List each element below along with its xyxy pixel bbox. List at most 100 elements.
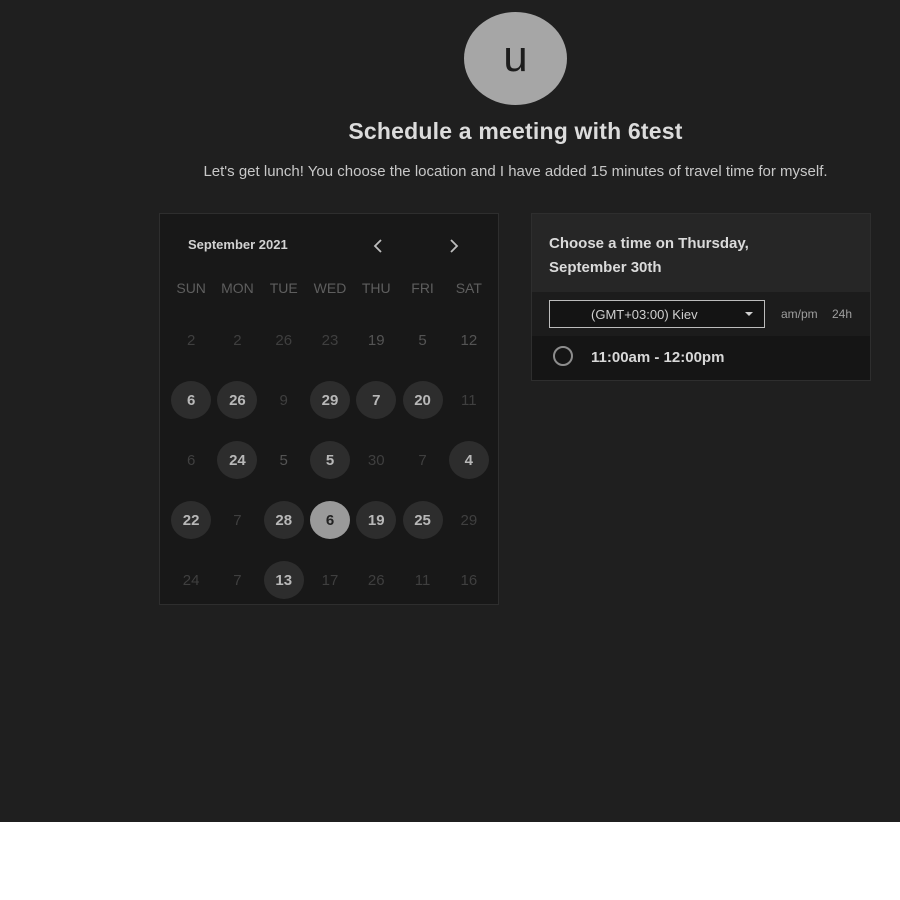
calendar-day[interactable]: 26 — [214, 381, 260, 419]
calendar-day-number: 30 — [367, 451, 385, 469]
weekday-label: THU — [361, 280, 391, 296]
calendar-day[interactable]: 20 — [399, 381, 445, 419]
weekday-label: SUN — [176, 280, 206, 296]
calendar-day: 26 — [261, 321, 307, 359]
calendar-day: 17 — [307, 561, 353, 599]
calendar-day: 23 — [307, 321, 353, 359]
calendar-day: 2 — [168, 321, 214, 359]
calendar-day: 5 — [399, 321, 445, 359]
calendar-day[interactable]: 5 — [307, 441, 353, 479]
time-slot-option[interactable]: 11:00am - 12:00pm — [532, 336, 870, 380]
weekday-label: FRI — [411, 280, 434, 296]
booking-page: u Schedule a meeting with 6test Let's ge… — [0, 0, 900, 822]
calendar-day: 11 — [446, 381, 492, 419]
calendar-day-number: 9 — [279, 391, 288, 409]
calendar-day: 5 — [261, 441, 307, 479]
calendar-day-number: 7 — [418, 451, 427, 469]
calendar-day-number: 7 — [233, 511, 242, 529]
month-label: September 2021 — [188, 237, 288, 252]
format-ampm-toggle[interactable]: am/pm — [781, 307, 818, 321]
chevron-right-icon — [450, 239, 459, 253]
calendar-day-number: 25 — [402, 501, 443, 539]
calendar-day: 30 — [353, 441, 399, 479]
calendar-day: 16 — [446, 561, 492, 599]
calendar-day-selected[interactable]: 6 — [307, 501, 353, 539]
calendar-day-number: 11 — [414, 571, 431, 589]
calendar-day: 2 — [214, 321, 260, 359]
calendar-day-number: 13 — [263, 561, 304, 599]
calendar-day-number: 20 — [402, 381, 443, 419]
weekday-label: SAT — [455, 280, 482, 296]
calendar-day-number: 7 — [356, 381, 397, 419]
caret-down-icon — [745, 312, 753, 316]
calendar-day-number: 29 — [460, 511, 478, 529]
calendar-day[interactable]: 19 — [353, 501, 399, 539]
calendar-week-row: 22 7 28 6 19 25 29 — [168, 490, 492, 550]
weekday-label: WED — [313, 280, 347, 296]
calendar-day-number: 11 — [461, 391, 477, 409]
calendar-day: 6 — [168, 441, 214, 479]
calendar-day-number: 29 — [309, 381, 350, 419]
calendar-day-number: 6 — [186, 451, 196, 469]
calendar-day-number: 23 — [321, 331, 339, 349]
weekday-label: TUE — [269, 280, 298, 296]
calendar-day: 11 — [399, 561, 445, 599]
calendar-day-number: 2 — [233, 331, 242, 349]
next-month-button[interactable] — [442, 234, 466, 258]
calendar-day-number: 17 — [321, 571, 339, 589]
weekday-header: SUN MON TUE WED THU FRI SAT — [168, 280, 492, 296]
calendar-day-number: 4 — [448, 441, 489, 479]
prev-month-button[interactable] — [366, 234, 390, 258]
calendar-day: 29 — [446, 501, 492, 539]
calendar-day-number: 26 — [367, 571, 385, 589]
avatar-initial: u — [503, 31, 528, 81]
calendar-day-number: 26 — [275, 331, 293, 349]
calendar-day[interactable]: 4 — [446, 441, 492, 479]
calendar-week-row: 6 26 9 29 7 20 11 — [168, 370, 492, 430]
date-picker: September 2021 SUN MON TUE WED THU FRI S… — [159, 213, 499, 605]
calendar-day: 12 — [446, 321, 492, 359]
calendar-day-number: 28 — [263, 501, 304, 539]
calendar-day-number: 12 — [460, 331, 478, 349]
calendar-day: 7 — [214, 561, 260, 599]
calendar-day[interactable]: 22 — [168, 501, 214, 539]
calendar-day: 26 — [353, 561, 399, 599]
calendar-day[interactable]: 7 — [353, 381, 399, 419]
time-slot-label: 11:00am - 12:00pm — [591, 349, 725, 366]
calendar-day[interactable]: 6 — [168, 381, 214, 419]
calendar-day[interactable]: 29 — [307, 381, 353, 419]
calendar-day: 7 — [214, 501, 260, 539]
calendar-day: 9 — [261, 381, 307, 419]
calendar-day-number: 5 — [309, 441, 350, 479]
calendar-day[interactable]: 25 — [399, 501, 445, 539]
calendar-day-number: 19 — [356, 501, 397, 539]
timezone-value: (GMT+03:00) Kiev — [591, 307, 698, 322]
weekday-label: MON — [221, 280, 254, 296]
calendar-week-row: 2 2 26 23 19 5 12 — [168, 310, 492, 370]
calendar-day[interactable]: 13 — [261, 561, 307, 599]
calendar-day-number: 22 — [171, 501, 212, 539]
calendar-day: 24 — [168, 561, 214, 599]
calendar-day-number: 16 — [460, 571, 478, 589]
host-avatar: u — [464, 12, 567, 105]
timezone-select[interactable]: (GMT+03:00) Kiev — [549, 300, 765, 328]
calendar-day-number: 5 — [418, 331, 427, 349]
calendar-day-number: 7 — [233, 571, 242, 589]
time-slot-panel: Choose a time on Thursday, September 30t… — [531, 213, 871, 381]
radio-circle-icon[interactable] — [553, 346, 573, 366]
calendar-day-number: 24 — [182, 571, 200, 589]
calendar-day-number: 2 — [186, 331, 196, 349]
page-title: Schedule a meeting with 6test — [348, 118, 683, 144]
calendar-week-row: 24 7 13 17 26 11 16 — [168, 550, 492, 610]
chevron-left-icon — [373, 239, 382, 253]
calendar-day[interactable]: 24 — [214, 441, 260, 479]
time-panel-heading: Choose a time on Thursday, September 30t… — [549, 235, 749, 276]
calendar-day-number: 6 — [309, 501, 350, 539]
event-description: Let's get lunch! You choose the location… — [203, 163, 828, 180]
calendar-day-number: 5 — [279, 451, 288, 469]
format-24h-toggle[interactable]: 24h — [832, 307, 852, 321]
calendar-day-number: 24 — [217, 441, 258, 479]
calendar-day-number: 19 — [367, 331, 385, 349]
calendar-day: 7 — [399, 441, 445, 479]
calendar-day[interactable]: 28 — [261, 501, 307, 539]
